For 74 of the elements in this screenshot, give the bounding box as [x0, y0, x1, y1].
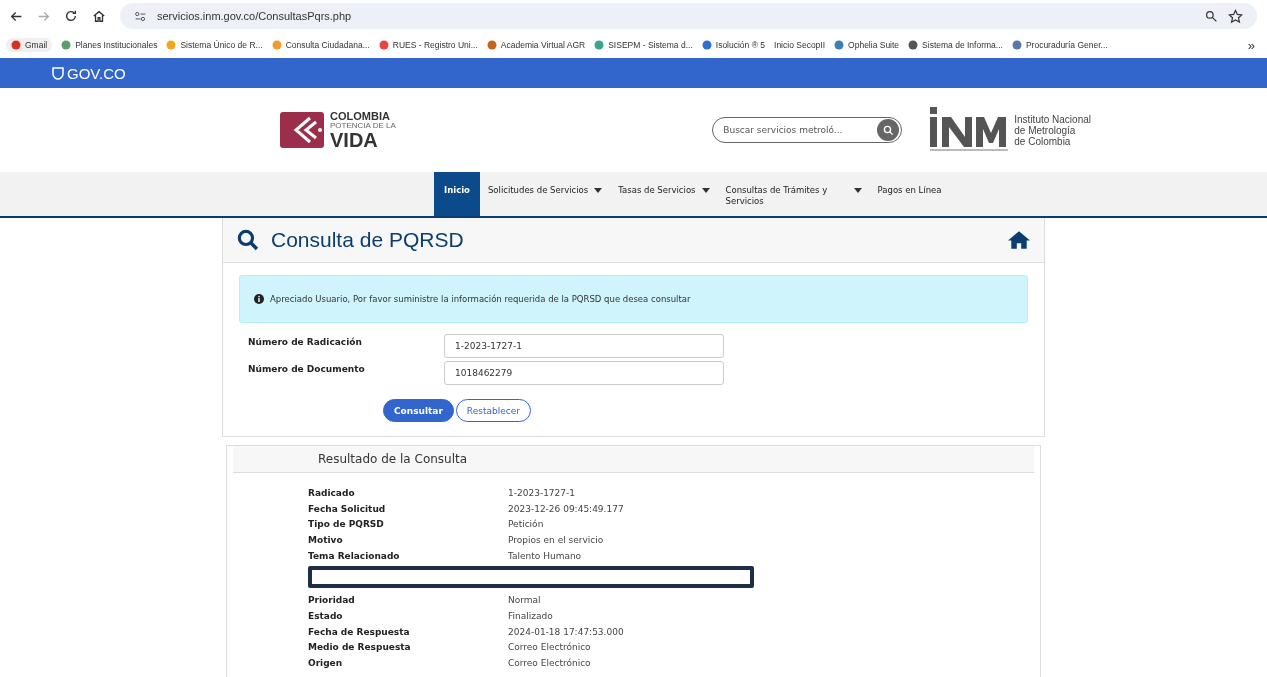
result-value: 2024-01-18 17:47:53.000 [508, 626, 624, 637]
bookmark-item[interactable]: Sistema Único de R... [166, 40, 263, 50]
address-bar[interactable]: servicios.inm.gov.co/ConsultasPqrs.php [120, 3, 1257, 29]
submit-button[interactable]: Consultar [383, 399, 454, 422]
result-value: Propios en el servicio [508, 534, 604, 545]
result-label: Tema Relacionado [308, 550, 401, 561]
back-icon[interactable] [10, 9, 23, 23]
bookmark-item[interactable]: Gmail [6, 38, 53, 52]
site-icon [908, 40, 919, 50]
site-icon [594, 40, 605, 50]
result-title: Resultado de la Consulta [318, 452, 468, 466]
result-value: Talento Humano [508, 550, 582, 561]
more-bookmarks-button[interactable]: » [1247, 37, 1255, 53]
star-icon[interactable] [1228, 8, 1243, 24]
site-settings-icon[interactable] [134, 9, 147, 23]
info-icon [254, 294, 264, 304]
result-label: Medio de Respuesta [308, 642, 412, 653]
result-value: 2023-12-26 09:45:49.177 [508, 503, 624, 514]
result-label: Origen [308, 658, 344, 669]
reset-button[interactable]: Restablecer [455, 399, 531, 422]
result-label: Prioridad [308, 595, 356, 606]
result-label: Motivo [308, 534, 344, 545]
search-icon [882, 124, 894, 136]
field-label: Número de Radicación [248, 336, 363, 349]
home-icon[interactable] [1008, 230, 1030, 250]
bookmark-item[interactable]: RUES - Registro Uni... [378, 40, 478, 50]
result-value: Finalizado [508, 610, 553, 621]
site-icon [11, 40, 21, 50]
bookmark-item[interactable]: Isolución ® 5 [701, 40, 766, 50]
nav-item[interactable]: Pagos en Línea [869, 172, 950, 216]
bookmark-item[interactable]: Ophelia Suite [834, 40, 900, 50]
alert-text: Apreciado Usuario, Por favor suministre la información requerida de la PQRSD que desea consultar [270, 294, 691, 304]
result-value: 1-2023-1727-1 [508, 487, 575, 498]
site-icon [701, 40, 712, 50]
result-label: Estado [308, 610, 344, 621]
colombia-logo: COLOMBIA POTENCIA DE LA VIDA [279, 110, 396, 150]
home-icon[interactable] [92, 9, 106, 23]
bookmark-item[interactable]: Inicio SecopII [774, 40, 826, 50]
bookmark-item[interactable]: Sistema de Informa... [908, 40, 1003, 50]
text-input[interactable]: 1018462279 [444, 361, 724, 385]
site-icon [271, 40, 282, 50]
zoom-icon[interactable] [1205, 9, 1218, 23]
site-icon [486, 40, 497, 50]
result-label: Radicado [308, 487, 356, 498]
result-value: Correo Electrónico [508, 658, 591, 669]
inm-logo: Instituto Nacional de Metrología de Colombia [926, 107, 1091, 153]
site-icon [1011, 40, 1022, 50]
result-label: Tipo de PQRSD [308, 519, 385, 530]
nav-item[interactable]: Consultas de Trámites y Servicios [717, 172, 870, 216]
bookmark-item[interactable]: Planes Institucionales [61, 40, 158, 50]
result-value: Petición [508, 519, 544, 530]
site-icon [166, 40, 177, 50]
site-icon [378, 40, 389, 50]
text-input[interactable]: 1-2023-1727-1 [444, 334, 724, 358]
reload-icon[interactable] [64, 9, 78, 23]
nav-item[interactable]: Inicio [434, 172, 480, 216]
page-title: Consulta de PQRSD [271, 228, 464, 252]
result-label: Fecha de Respuesta [308, 626, 411, 637]
bookmark-item[interactable]: Consulta Ciudadana... [271, 40, 370, 50]
result-value: Normal [508, 595, 541, 606]
bookmark-item[interactable]: SISEPM - Sistema d... [594, 40, 693, 50]
nav-item[interactable]: Solicitudes de Servicios [479, 172, 611, 216]
site-icon [61, 40, 72, 50]
result-label: Fecha Solicitud [308, 503, 387, 514]
field-label: Número de Documento [248, 363, 366, 376]
bookmark-item[interactable]: Procuraduría Gener... [1011, 40, 1108, 50]
search-field[interactable]: Buscar servicios metroló... [712, 117, 903, 143]
gov-logo[interactable]: GOV.CO [52, 64, 126, 82]
site-icon [834, 40, 845, 50]
nav-item[interactable]: Tasas de Servicios [610, 172, 718, 216]
url-text: servicios.inm.gov.co/ConsultasPqrs.php [157, 10, 352, 22]
search-icon [237, 229, 259, 251]
result-value: Correo Electrónico [508, 642, 591, 653]
bookmark-item[interactable]: Academia Virtual AGR [486, 40, 586, 50]
